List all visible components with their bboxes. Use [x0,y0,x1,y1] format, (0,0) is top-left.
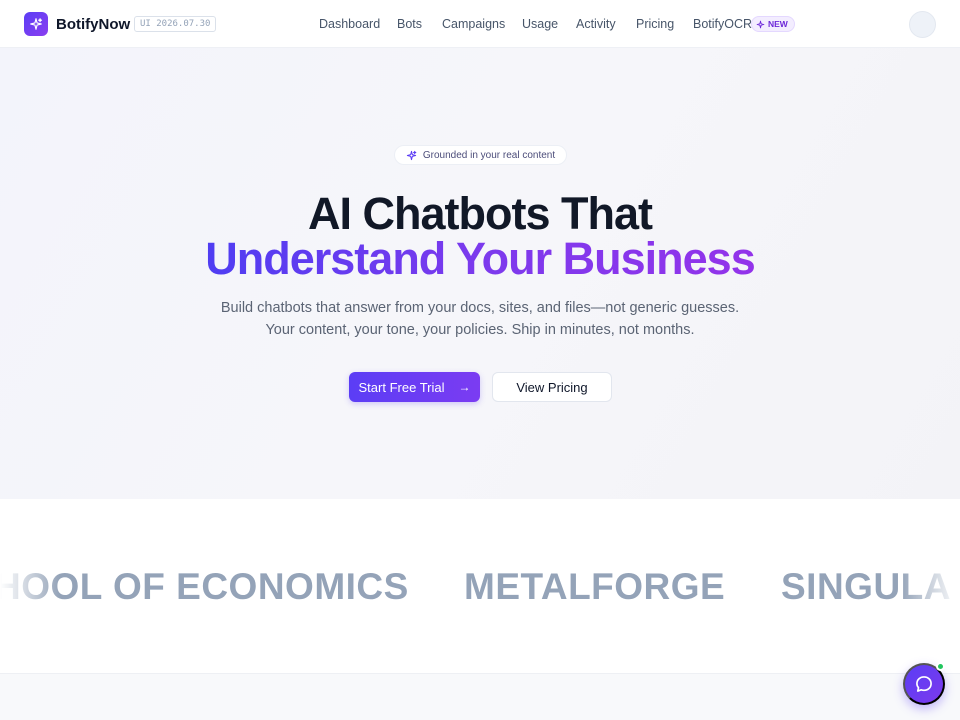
new-badge: NEW [751,16,795,32]
top-navbar: BotifyNow UI 2026.07.30 Dashboard Bots C… [0,0,960,48]
view-pricing-button[interactable]: View Pricing [492,372,612,402]
online-status-dot [936,662,945,671]
start-free-trial-label: Start Free Trial [358,379,445,395]
next-section [0,673,960,720]
nav-link-dashboard[interactable]: Dashboard [319,16,380,32]
nav-link-usage[interactable]: Usage [522,16,558,32]
hero-section: Grounded in your real content AI Chatbot… [0,48,960,499]
hero-headline-gradient: Understand Your Business [205,233,755,284]
nav-links: Dashboard Bots Campaigns Usage Activity … [0,0,960,48]
sparkle-icon [756,20,765,28]
nav-link-pricing[interactable]: Pricing [636,16,674,32]
chat-bubble-icon [916,676,932,692]
new-badge-label: NEW [768,19,788,29]
start-free-trial-button[interactable]: Start Free Trial → [349,372,480,402]
nav-link-bots[interactable]: Bots [397,16,422,32]
nav-link-activity[interactable]: Activity [576,16,616,32]
hero-headline-line2: Understand Your Business [0,233,960,285]
hero-pill: Grounded in your real content [394,145,567,165]
hero-pill-label: Grounded in your real content [422,149,556,161]
sparkle-icon [406,150,417,160]
hero-subtitle-line2: Your content, your tone, your policies. … [265,322,695,338]
nav-link-botifyocr[interactable]: BotifyOCR [693,16,752,32]
customer-logo: METALFORGE [464,566,726,607]
logo-strip-fade-left [0,499,60,673]
arrow-right-icon: → [458,380,471,394]
avatar[interactable] [909,11,936,38]
logo-strip-fade-right [900,499,960,673]
customer-logo: HOOL OF ECONOMICS [0,566,409,607]
customer-logo-strip: HOOL OF ECONOMICS METALFORGE SINGULA [0,499,960,673]
nav-link-campaigns[interactable]: Campaigns [442,16,505,32]
hero-subtitle-line1: Build chatbots that answer from your doc… [220,300,740,316]
